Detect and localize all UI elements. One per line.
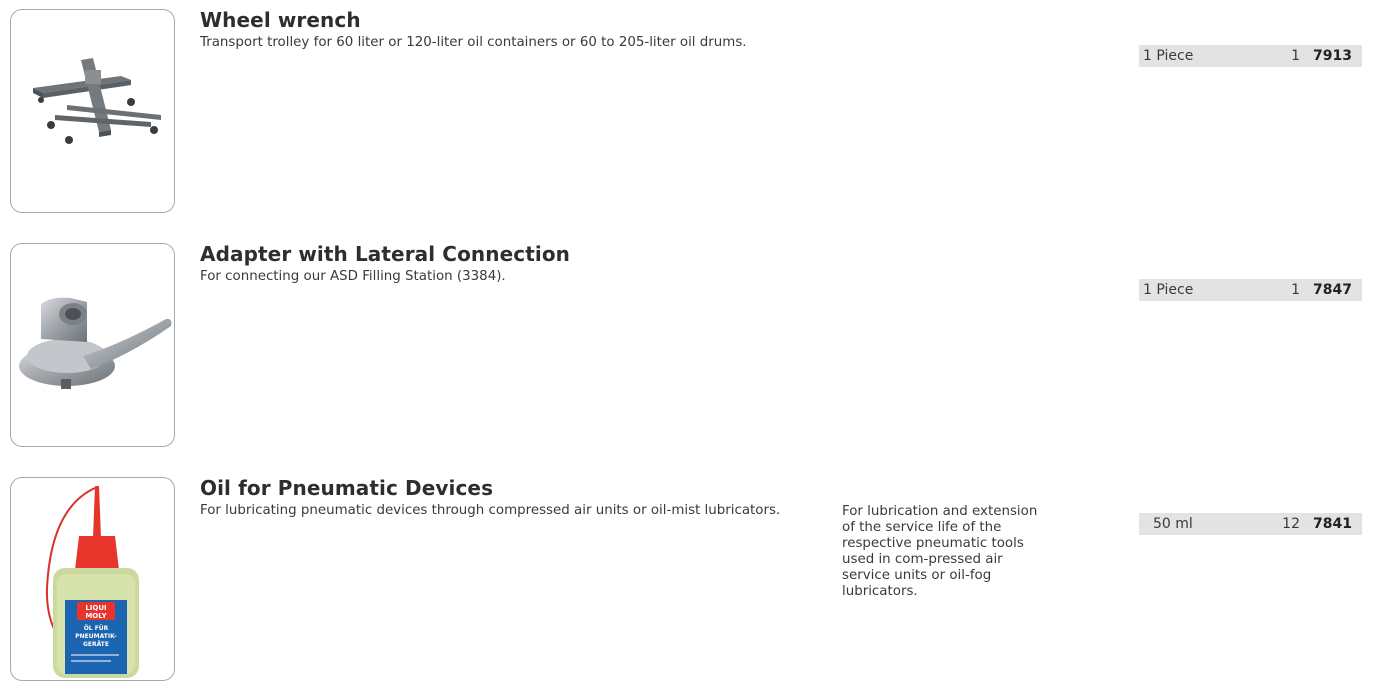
product-image-frame <box>10 9 175 213</box>
bottle-label-line: MOLY <box>85 612 107 620</box>
product-title: Adapter with Lateral Connection <box>200 242 571 266</box>
product-description: For connecting our ASD Filling Station (… <box>200 269 506 284</box>
bottle-label-line: LIQUI <box>85 604 106 612</box>
product-application-note: For lubrication and extension of the ser… <box>842 504 1038 599</box>
packaging-unit: 1 Piece <box>1143 48 1194 64</box>
order-info-bar: 1 Piece 1 7913 <box>1139 45 1362 67</box>
pack-quantity: 1 <box>1291 48 1300 64</box>
adapter-lever-icon <box>19 297 172 389</box>
product-title: Wheel wrench <box>200 8 361 32</box>
order-info-bar: 50 ml 12 7841 <box>1139 513 1362 535</box>
article-number: 7847 <box>1313 282 1352 298</box>
packaging-unit: 1 Piece <box>1143 282 1194 298</box>
article-number: 7913 <box>1313 48 1352 64</box>
product-image-frame: LIQUI MOLY ÖL FÜR PNEUMATIK- GERÄTE <box>10 477 175 681</box>
product-title: Oil for Pneumatic Devices <box>200 476 494 500</box>
product-description: For lubricating pneumatic devices throug… <box>200 503 781 518</box>
article-number: 7841 <box>1313 516 1352 532</box>
bottle-label-line: PNEUMATIK- <box>75 633 117 640</box>
bottle-label-line: ÖL FÜR <box>84 625 109 632</box>
pack-quantity: 1 <box>1291 282 1300 298</box>
transport-trolley-icon <box>33 58 161 144</box>
oil-bottle-icon: LIQUI MOLY ÖL FÜR PNEUMATIK- GERÄTE <box>45 486 139 678</box>
pack-quantity: 12 <box>1282 516 1300 532</box>
product-image-frame <box>10 243 175 447</box>
product-row-pneumatic-oil: LIQUI MOLY ÖL FÜR PNEUMATIK- GERÄTE Oil … <box>0 476 1373 681</box>
packaging-unit: 50 ml <box>1153 516 1193 532</box>
bottle-label-line: GERÄTE <box>83 641 109 648</box>
order-info-bar: 1 Piece 1 7847 <box>1139 279 1362 301</box>
product-row-wheel-wrench: Wheel wrench Transport trolley for 60 li… <box>0 8 1373 213</box>
product-row-adapter: Adapter with Lateral Connection For conn… <box>0 242 1373 447</box>
product-description: Transport trolley for 60 liter or 120-li… <box>200 35 747 50</box>
